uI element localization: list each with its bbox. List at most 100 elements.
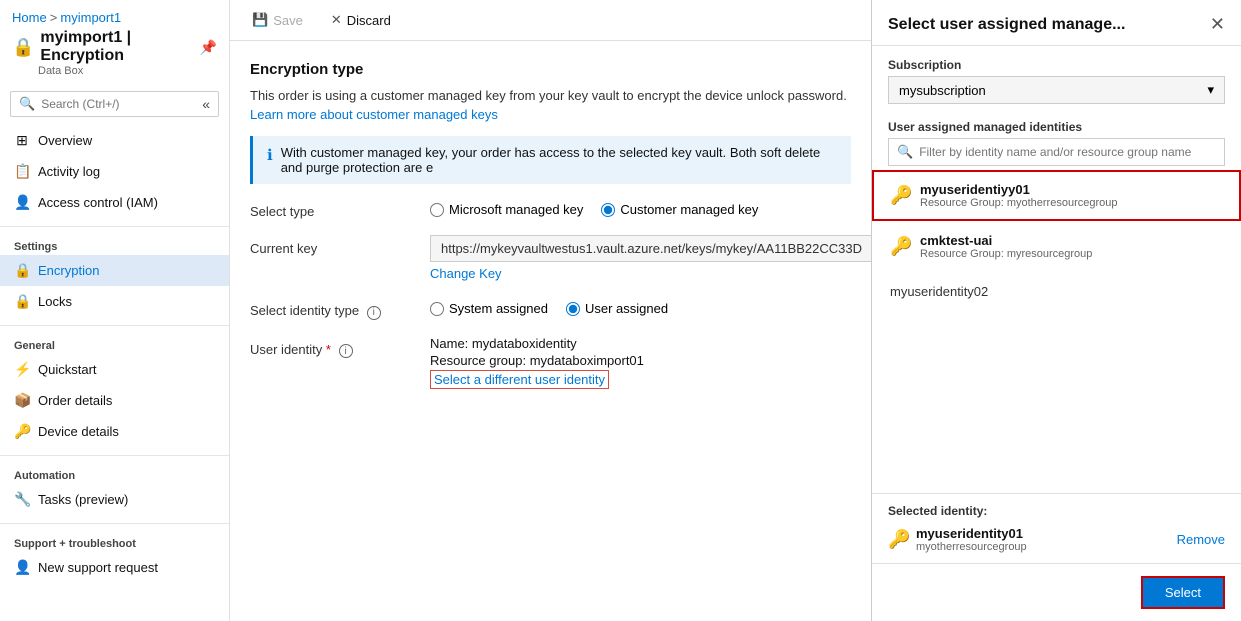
key-input-display: https://mykeyvaultwestus1.vault.azure.ne… <box>430 235 871 262</box>
identity-item-cmktest-uai[interactable]: 🔑 cmktest-uai Resource Group: myresource… <box>872 221 1241 272</box>
sidebar-item-label: Order details <box>38 393 112 408</box>
identity-item-name-2: myuseridentity02 <box>890 284 988 299</box>
radio-microsoft-option[interactable]: Microsoft managed key <box>430 202 583 217</box>
learn-more-link[interactable]: Learn more about customer managed keys <box>250 107 498 122</box>
main-content: 💾 Save ✕ Discard Encryption type This or… <box>230 0 871 621</box>
identity-item-myuseridentiyy01[interactable]: 🔑 myuseridentiyy01 Resource Group: myoth… <box>872 170 1241 221</box>
filter-box[interactable]: 🔍 <box>888 138 1225 166</box>
settings-section-label: Settings <box>0 231 229 255</box>
user-identity-info-icon[interactable]: i <box>339 344 353 358</box>
encryption-icon: 🔒 <box>14 262 30 279</box>
radio-customer-option[interactable]: Customer managed key <box>601 202 758 217</box>
automation-section-label: Automation <box>0 460 229 484</box>
current-key-row: Current key https://mykeyvaultwestus1.va… <box>250 235 851 281</box>
save-label: Save <box>273 13 303 28</box>
sidebar-item-label: Access control (IAM) <box>38 195 158 210</box>
breadcrumb-home[interactable]: Home <box>12 10 47 25</box>
discard-label: Discard <box>347 13 391 28</box>
radio-user-option[interactable]: User assigned <box>566 301 668 316</box>
collapse-sidebar-button[interactable]: « <box>202 96 210 112</box>
select-identity-type-label: Select identity type i <box>250 297 430 320</box>
identity-item-rg-0: Resource Group: myotherresourcegroup <box>920 197 1117 209</box>
identity-type-control: System assigned User assigned <box>430 297 851 316</box>
subscription-label: Subscription <box>888 58 1225 72</box>
identities-label: User assigned managed identities <box>888 120 1225 134</box>
radio-user-label: User assigned <box>585 301 668 316</box>
sidebar-item-label: New support request <box>38 560 158 575</box>
sidebar-item-encryption[interactable]: 🔒 Encryption <box>0 255 229 286</box>
search-box[interactable]: 🔍 « <box>10 91 219 117</box>
sidebar-item-new-support[interactable]: 👤 New support request <box>0 552 229 583</box>
description-body: This order is using a customer managed k… <box>250 88 847 103</box>
radio-user-input[interactable] <box>566 302 580 316</box>
radio-microsoft-input[interactable] <box>430 203 444 217</box>
identity-type-text: Select identity type <box>250 303 359 318</box>
panel-close-button[interactable]: ✕ <box>1210 14 1225 35</box>
identity-item-myuseridentity02[interactable]: myuseridentity02 <box>872 272 1241 311</box>
change-key-link[interactable]: Change Key <box>430 266 871 281</box>
sidebar-item-locks[interactable]: 🔒 Locks <box>0 286 229 317</box>
search-input[interactable] <box>41 97 196 111</box>
resource-subtitle: Data Box <box>38 65 217 77</box>
automation-section: 🔧 Tasks (preview) <box>0 484 229 519</box>
sidebar-item-device-details[interactable]: 🔑 Device details <box>0 416 229 447</box>
identities-section: User assigned managed identities 🔍 <box>872 116 1241 170</box>
identity-name-line: Name: mydataboxidentity <box>430 336 851 351</box>
sidebar-item-tasks[interactable]: 🔧 Tasks (preview) <box>0 484 229 515</box>
select-button[interactable]: Select <box>1141 576 1225 609</box>
info-banner: ℹ With customer managed key, your order … <box>250 136 851 184</box>
user-identity-row: User identity * i Name: mydataboxidentit… <box>250 336 851 389</box>
subscription-dropdown[interactable]: mysubscription ▾ <box>888 76 1225 104</box>
content-area: Encryption type This order is using a cu… <box>230 41 871 621</box>
resource-title-row: 🔒 myimport1 | Encryption 📌 <box>12 29 217 65</box>
radio-customer-label: Customer managed key <box>620 202 758 217</box>
radio-system-option[interactable]: System assigned <box>430 301 548 316</box>
locks-icon: 🔒 <box>14 293 30 310</box>
breadcrumb-resource[interactable]: myimport1 <box>60 10 121 25</box>
save-button[interactable]: 💾 Save <box>246 8 309 32</box>
selected-identity-row: 🔑 myuseridentity01 myotherresourcegroup … <box>888 526 1225 553</box>
sidebar: Home > myimport1 🔒 myimport1 | Encryptio… <box>0 0 230 621</box>
support-section: 👤 New support request <box>0 552 229 587</box>
identity-item-name-1: cmktest-uai <box>920 233 1092 248</box>
remove-identity-link[interactable]: Remove <box>1177 532 1225 547</box>
panel-footer: Select <box>872 563 1241 621</box>
selected-identity-icon: 🔑 <box>888 529 908 550</box>
discard-button[interactable]: ✕ Discard <box>325 8 397 32</box>
select-identity-type-row: Select identity type i System assigned U… <box>250 297 851 320</box>
identity-list: 🔑 myuseridentiyy01 Resource Group: myoth… <box>872 170 1241 493</box>
access-control-icon: 👤 <box>14 194 30 211</box>
nav-top-section: ⊞ Overview 📋 Activity log 👤 Access contr… <box>0 125 229 222</box>
sidebar-item-quickstart[interactable]: ⚡ Quickstart <box>0 354 229 385</box>
sidebar-item-order-details[interactable]: 📦 Order details <box>0 385 229 416</box>
selected-identity-section: Selected identity: 🔑 myuseridentity01 my… <box>872 493 1241 563</box>
right-panel: Select user assigned manage... ✕ Subscri… <box>871 0 1241 621</box>
radio-customer-input[interactable] <box>601 203 615 217</box>
required-indicator: * <box>326 342 331 357</box>
discard-icon: ✕ <box>331 12 342 28</box>
sidebar-item-activity-log[interactable]: 📋 Activity log <box>0 156 229 187</box>
filter-input[interactable] <box>919 145 1216 159</box>
sidebar-item-label: Activity log <box>38 164 100 179</box>
select-different-identity-link[interactable]: Select a different user identity <box>430 370 609 389</box>
support-section-label: Support + troubleshoot <box>0 528 229 552</box>
current-key-label: Current key <box>250 235 430 256</box>
panel-header: Select user assigned manage... ✕ <box>872 0 1241 46</box>
breadcrumb-separator: > <box>50 10 58 25</box>
pin-icon[interactable]: 📌 <box>200 39 217 56</box>
search-icon: 🔍 <box>19 96 35 112</box>
sidebar-item-overview[interactable]: ⊞ Overview <box>0 125 229 156</box>
identity-key-icon-1: 🔑 <box>890 236 910 257</box>
identity-item-info-1: cmktest-uai Resource Group: myresourcegr… <box>920 233 1092 260</box>
sidebar-item-access-control[interactable]: 👤 Access control (IAM) <box>0 187 229 218</box>
device-details-icon: 🔑 <box>14 423 30 440</box>
breadcrumb: Home > myimport1 <box>12 10 217 25</box>
radio-system-input[interactable] <box>430 302 444 316</box>
save-icon: 💾 <box>252 12 268 28</box>
info-banner-text: With customer managed key, your order ha… <box>281 145 837 175</box>
select-type-control: Microsoft managed key Customer managed k… <box>430 198 851 217</box>
description-text: This order is using a customer managed k… <box>250 88 851 103</box>
identity-type-info-icon[interactable]: i <box>367 306 381 320</box>
key-value-text: https://mykeyvaultwestus1.vault.azure.ne… <box>441 241 862 256</box>
selected-identity-info: myuseridentity01 myotherresourcegroup <box>916 526 1169 553</box>
